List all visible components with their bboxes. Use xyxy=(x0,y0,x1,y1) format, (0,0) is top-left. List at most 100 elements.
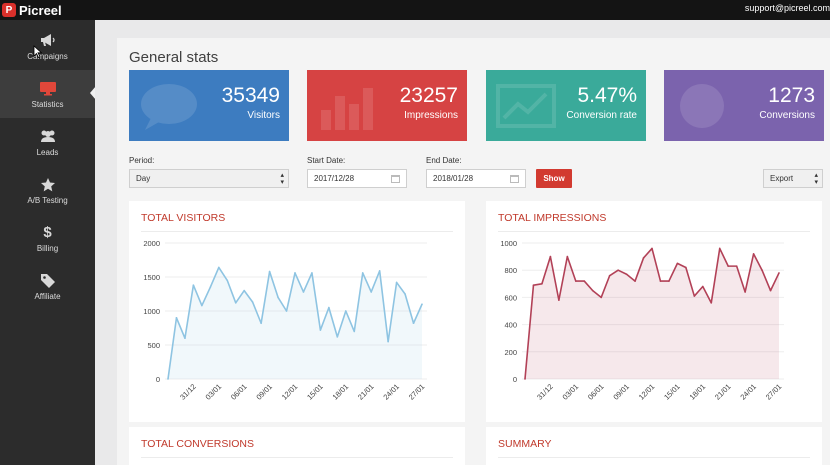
data-point xyxy=(345,310,347,312)
support-email[interactable]: support@picreel.com xyxy=(745,3,830,13)
data-point xyxy=(524,378,526,380)
y-tick-label: 1500 xyxy=(143,273,160,282)
data-point xyxy=(642,257,645,259)
end-date-input[interactable]: 2018/01/28 xyxy=(426,169,526,188)
x-tick-label: 15/01 xyxy=(662,382,682,402)
data-point xyxy=(268,270,271,273)
stat-value: 35349 xyxy=(221,84,280,107)
data-point xyxy=(167,378,169,380)
globe-icon xyxy=(680,84,724,128)
data-point xyxy=(201,304,203,307)
x-tick-label: 21/01 xyxy=(356,382,376,402)
x-tick-label: 24/01 xyxy=(381,382,401,402)
data-point xyxy=(769,289,772,292)
x-tick-label: 18/01 xyxy=(331,382,351,402)
data-point xyxy=(302,291,305,293)
tag-icon xyxy=(40,271,56,289)
logo-mark: P xyxy=(2,3,16,17)
data-point xyxy=(370,291,372,293)
stat-card-visitors: 35349 Visitors xyxy=(129,70,289,141)
start-date-value: 2017/12/28 xyxy=(314,174,355,183)
data-point xyxy=(328,306,330,309)
users-icon xyxy=(39,127,57,145)
select-arrows-icon: ▴ ▾ xyxy=(280,172,284,186)
stat-card-impressions: 23257 Impressions xyxy=(307,70,467,141)
data-point xyxy=(218,266,220,269)
y-tick-label: 500 xyxy=(147,341,160,350)
data-point xyxy=(294,272,296,274)
show-button[interactable]: Show xyxy=(536,169,572,188)
calendar-icon[interactable] xyxy=(391,175,400,183)
sidebar-item-statistics[interactable]: Statistics xyxy=(0,70,96,118)
data-point xyxy=(752,253,755,255)
data-point xyxy=(395,281,398,284)
y-tick-label: 1000 xyxy=(143,307,160,316)
start-date-label: Start Date: xyxy=(307,156,346,165)
data-point xyxy=(285,310,288,312)
data-point xyxy=(583,280,586,282)
data-point xyxy=(617,269,619,271)
data-point xyxy=(727,265,729,267)
stat-value: 23257 xyxy=(399,84,458,107)
sidebar-item-label: A/B Testing xyxy=(27,196,68,205)
sidebar-item-label: Statistics xyxy=(31,100,64,109)
sidebar-item-affiliate[interactable]: Affiliate xyxy=(0,262,95,310)
sidebar-item-label: Billing xyxy=(36,244,59,253)
x-tick-label: 09/01 xyxy=(611,382,631,402)
x-tick-label: 18/01 xyxy=(688,382,708,402)
data-point xyxy=(761,269,763,271)
sidebar-item-ab-testing[interactable]: A/B Testing xyxy=(0,166,95,214)
y-tick-label: 1000 xyxy=(500,239,517,248)
data-point xyxy=(566,255,569,258)
period-select[interactable]: Day ▴ ▾ xyxy=(129,169,289,188)
visitors-panel: TOTAL VISITORS 0 500 1000 1500 2000 31/12 03/0… xyxy=(129,201,465,422)
x-tick-label: 06/01 xyxy=(586,382,606,402)
data-point xyxy=(718,247,721,250)
data-point xyxy=(184,337,186,339)
data-point xyxy=(685,266,687,269)
data-point xyxy=(378,270,381,272)
sidebar-item-campaigns[interactable]: Campaigns xyxy=(0,22,95,70)
sidebar-item-label: Leads xyxy=(36,148,59,157)
x-tick-label: 27/01 xyxy=(407,382,427,402)
select-arrows-icon: ▴ ▾ xyxy=(814,172,818,186)
data-point xyxy=(541,283,543,285)
series-area xyxy=(168,267,422,379)
end-date-label: End Date: xyxy=(426,156,462,165)
data-point xyxy=(558,299,560,301)
end-date-value: 2018/01/28 xyxy=(433,174,474,183)
x-tick-label: 15/01 xyxy=(305,382,325,402)
data-point xyxy=(744,291,746,293)
data-point xyxy=(693,295,696,297)
visitors-panel-title: TOTAL VISITORS xyxy=(141,212,226,224)
stat-label: Conversions xyxy=(759,110,815,121)
y-tick-label: 400 xyxy=(504,321,517,330)
data-point xyxy=(404,293,406,295)
x-tick-label: 03/01 xyxy=(561,382,581,402)
x-tick-label: 27/01 xyxy=(764,382,784,402)
data-point xyxy=(591,289,594,292)
sidebar-item-leads[interactable]: Leads xyxy=(0,118,95,166)
stat-card-conversion-rate: 5.47% Conversion rate xyxy=(486,70,646,141)
calendar-icon[interactable] xyxy=(510,175,519,183)
data-point xyxy=(387,340,389,343)
data-point xyxy=(209,286,212,288)
stat-label: Conversion rate xyxy=(566,110,637,121)
data-point xyxy=(600,296,602,299)
start-date-input[interactable]: 2017/12/28 xyxy=(307,169,407,188)
sidebar-item-billing[interactable]: $ Billing xyxy=(0,214,95,262)
x-tick-label: 09/01 xyxy=(254,382,274,402)
data-point xyxy=(532,284,535,286)
stat-value: 1273 xyxy=(768,84,815,107)
data-point xyxy=(353,330,356,333)
mouse-cursor xyxy=(33,45,42,58)
bar-chart-icon xyxy=(321,88,373,130)
data-point xyxy=(575,280,577,282)
data-point xyxy=(421,303,423,305)
data-point xyxy=(702,285,704,288)
main-area: General stats 35349 Visitors 23257 Impre… xyxy=(95,20,830,465)
export-select[interactable]: Export ▴ ▾ xyxy=(763,169,823,188)
y-tick-label: 0 xyxy=(513,375,517,384)
app-logo[interactable]: P Picreel xyxy=(0,0,62,20)
data-point xyxy=(192,284,195,286)
